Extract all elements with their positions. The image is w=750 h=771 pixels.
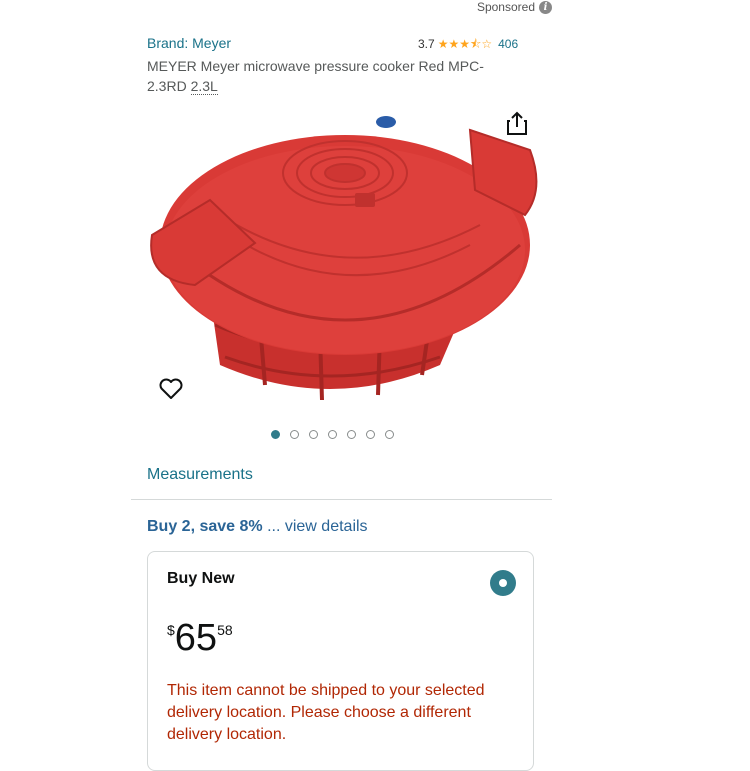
product-size: 2.3L [190, 78, 218, 95]
price-fraction: 58 [217, 622, 233, 638]
sponsored-text: Sponsored [476, 0, 535, 14]
star-rating: ★ ★ ★ ⯪ ☆ [438, 38, 492, 50]
review-count-link[interactable]: 406 [498, 37, 518, 51]
carousel-dot[interactable] [328, 430, 337, 439]
divider [131, 499, 552, 500]
deal-headline: Buy 2, save 8% [147, 518, 263, 535]
star-full-icon: ★ [459, 37, 470, 51]
buy-new-title: Buy New [167, 570, 235, 587]
view-details-text: ... view details [262, 518, 368, 535]
price-whole: 65 [174, 617, 218, 659]
carousel-dot[interactable] [347, 430, 356, 439]
heart-icon[interactable] [158, 377, 184, 401]
radio-selected-indicator [499, 579, 507, 587]
image-carousel-dots [271, 430, 394, 439]
buy-new-card[interactable]: Buy New $ 65 58 This item cannot be ship… [147, 551, 534, 771]
carousel-dot[interactable] [385, 430, 394, 439]
buy-new-radio[interactable] [490, 570, 516, 596]
star-empty-icon: ☆ [481, 37, 493, 51]
star-full-icon: ★ [437, 37, 449, 51]
sponsored-label[interactable]: Sponsored i [477, 0, 552, 14]
product-title[interactable]: MEYER Meyer microwave pressure cooker Re… [147, 56, 517, 96]
carousel-dot[interactable] [309, 430, 318, 439]
shipping-error-message: This item cannot be shipped to your sele… [167, 682, 485, 743]
rating-value: 3.7 [418, 37, 435, 51]
rating-summary[interactable]: 3.7 ★ ★ ★ ⯪ ☆ 406 [418, 37, 518, 51]
product-image[interactable] [140, 95, 545, 410]
measurements-link[interactable]: Measurements [147, 466, 253, 484]
carousel-dot[interactable] [271, 430, 280, 439]
star-half-icon: ⯪ [469, 37, 482, 51]
price-symbol: $ [167, 622, 175, 638]
star-full-icon: ★ [448, 37, 460, 51]
carousel-dot[interactable] [366, 430, 375, 439]
info-icon[interactable]: i [539, 0, 552, 14]
carousel-dot[interactable] [290, 430, 299, 439]
brand-link[interactable]: Brand: Meyer [147, 35, 231, 51]
price: $ 65 58 [167, 618, 233, 658]
bulk-deal-link[interactable]: Buy 2, save 8% ... view details [147, 518, 368, 536]
